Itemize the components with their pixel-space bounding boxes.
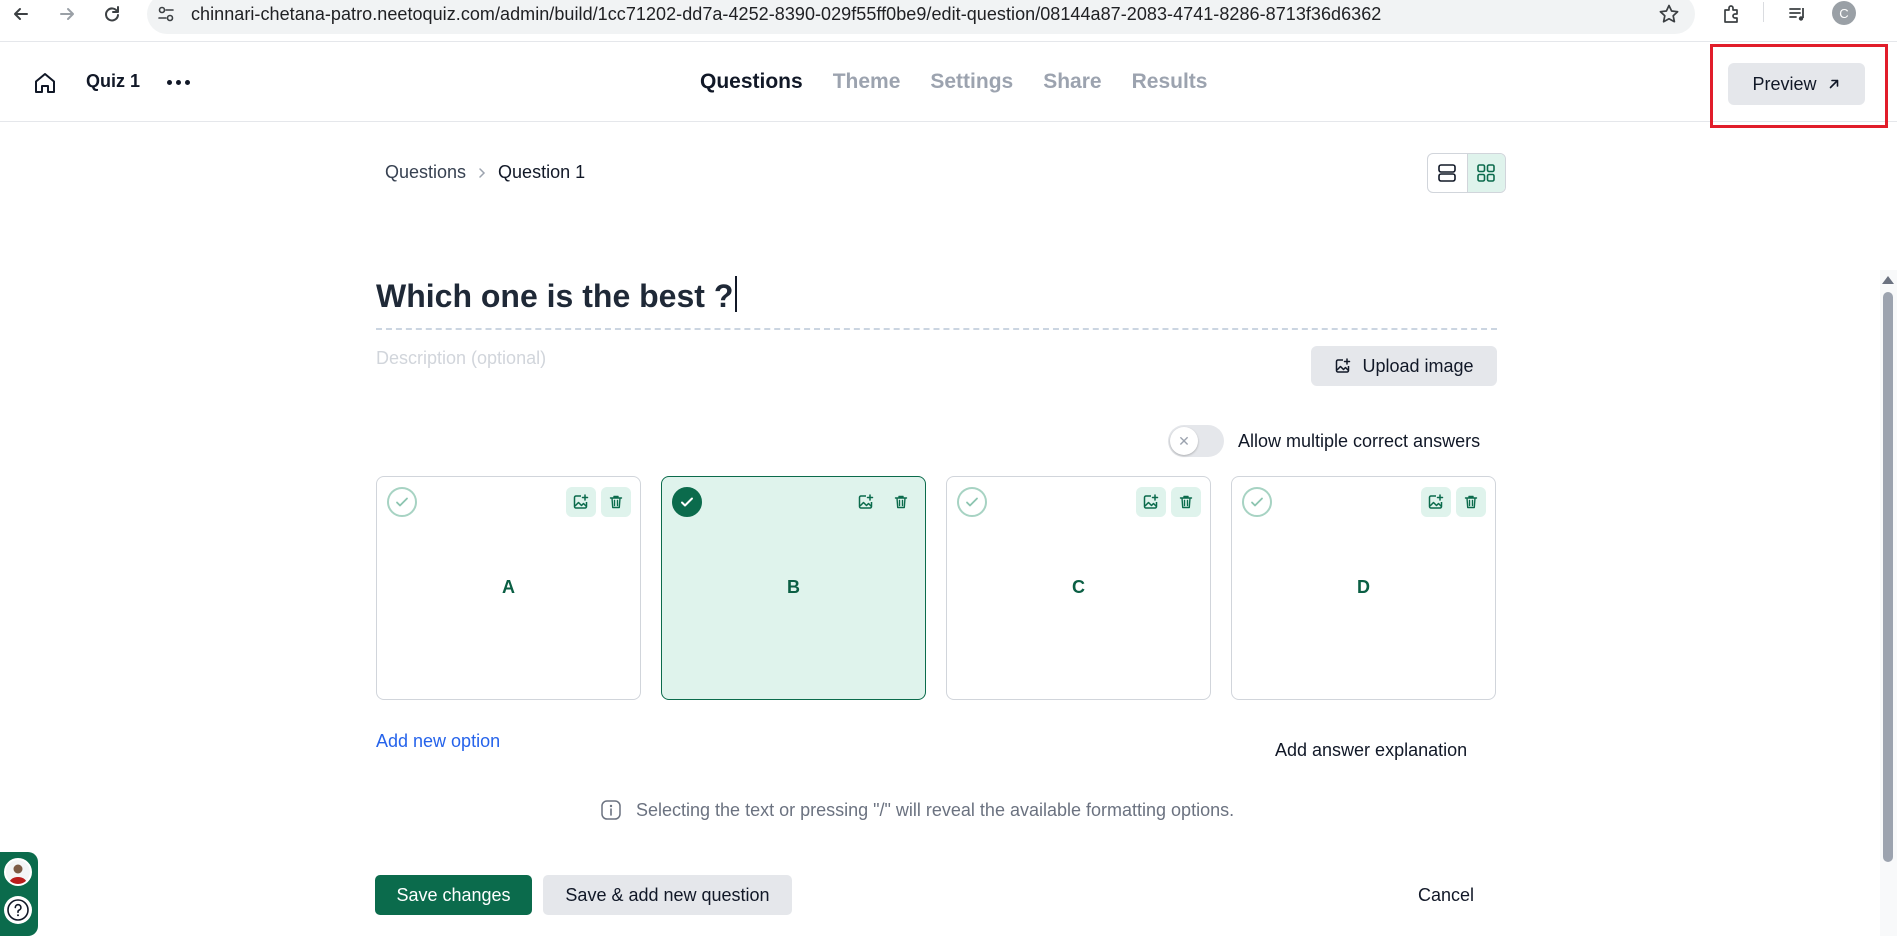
- breadcrumb-current: Question 1: [498, 162, 586, 182]
- tab-results[interactable]: Results: [1132, 70, 1208, 98]
- multiple-answers-toggle[interactable]: ✕: [1168, 425, 1224, 457]
- option-image-icon[interactable]: [566, 487, 596, 517]
- help-icon[interactable]: [4, 896, 32, 924]
- external-link-icon: [1827, 77, 1841, 91]
- delete-option-icon[interactable]: [886, 487, 916, 517]
- delete-option-icon[interactable]: [601, 487, 631, 517]
- layout-toggle: [1427, 153, 1506, 193]
- correct-check-icon[interactable]: [672, 487, 702, 517]
- home-icon[interactable]: [30, 68, 60, 98]
- browser-toolbar: chinnari-chetana-patro.neetoquiz.com/adm…: [0, 0, 1897, 42]
- app-header: Quiz 1 Questions Theme Settings Share Re…: [0, 42, 1897, 128]
- more-options-icon[interactable]: [164, 70, 192, 94]
- add-new-option-link[interactable]: Add new option: [376, 731, 500, 752]
- tab-theme[interactable]: Theme: [833, 70, 901, 98]
- tab-questions[interactable]: Questions: [700, 70, 803, 98]
- mark-correct-icon[interactable]: [387, 487, 417, 517]
- back-icon[interactable]: [6, 0, 36, 28]
- formatting-hint: Selecting the text or pressing "/" will …: [600, 799, 1234, 821]
- grid-layout-icon[interactable]: [1466, 154, 1505, 192]
- mark-correct-icon[interactable]: [1242, 487, 1272, 517]
- option-label: B: [787, 577, 800, 597]
- preview-button[interactable]: Preview: [1728, 63, 1865, 105]
- media-control-icon[interactable]: [1783, 0, 1813, 28]
- side-help-widget: [0, 852, 38, 936]
- question-title-text: Which one is the best ?: [376, 278, 734, 314]
- tab-share[interactable]: Share: [1043, 70, 1101, 98]
- extensions-icon[interactable]: [1717, 0, 1747, 28]
- delete-option-icon[interactable]: [1171, 487, 1201, 517]
- support-avatar[interactable]: [4, 858, 32, 886]
- bookmark-star-icon[interactable]: [1654, 0, 1684, 28]
- toolbar-divider: [1763, 2, 1764, 22]
- formatting-hint-text: Selecting the text or pressing "/" will …: [636, 799, 1235, 820]
- upload-image-label: Upload image: [1362, 355, 1474, 376]
- info-icon: [600, 799, 622, 821]
- profile-avatar[interactable]: C: [1832, 1, 1856, 25]
- profile-initial: C: [1839, 5, 1849, 21]
- question-title-input[interactable]: Which one is the best ?: [376, 276, 1497, 330]
- option-card-a[interactable]: A: [376, 476, 641, 700]
- tab-settings[interactable]: Settings: [930, 70, 1013, 98]
- add-answer-explanation-button[interactable]: Add answer explanation: [1275, 740, 1467, 761]
- option-card-b[interactable]: B: [661, 476, 926, 700]
- site-settings-icon[interactable]: [151, 0, 181, 28]
- mark-correct-icon[interactable]: [957, 487, 987, 517]
- breadcrumb: Questions Question 1: [385, 162, 585, 183]
- toggle-off-icon: ✕: [1170, 427, 1198, 455]
- option-image-icon[interactable]: [851, 487, 881, 517]
- option-label: A: [502, 577, 515, 597]
- list-layout-icon[interactable]: [1428, 154, 1467, 192]
- text-caret: [735, 276, 738, 312]
- option-card-d[interactable]: D: [1231, 476, 1496, 700]
- preview-label: Preview: [1752, 73, 1817, 94]
- breadcrumb-questions[interactable]: Questions: [385, 162, 466, 183]
- url-text[interactable]: chinnari-chetana-patro.neetoquiz.com/adm…: [191, 4, 1381, 25]
- option-image-icon[interactable]: [1136, 487, 1166, 517]
- option-image-icon[interactable]: [1421, 487, 1451, 517]
- main-tabs: Questions Theme Settings Share Results: [700, 70, 1207, 98]
- image-upload-icon: [1334, 357, 1352, 375]
- reload-icon[interactable]: [97, 0, 127, 28]
- upload-image-button[interactable]: Upload image: [1311, 346, 1497, 386]
- multiple-answers-label: Allow multiple correct answers: [1238, 430, 1481, 451]
- scrollbar-thumb[interactable]: [1883, 292, 1893, 862]
- description-input[interactable]: Description (optional): [376, 348, 546, 369]
- cancel-button[interactable]: Cancel: [1406, 875, 1486, 915]
- quiz-title[interactable]: Quiz 1: [86, 71, 140, 92]
- save-changes-button[interactable]: Save changes: [375, 875, 532, 915]
- forward-icon[interactable]: [52, 0, 82, 28]
- save-add-new-question-button[interactable]: Save & add new question: [543, 875, 792, 915]
- option-card-c[interactable]: C: [946, 476, 1211, 700]
- chevron-right-icon: [476, 167, 488, 179]
- option-label: D: [1357, 577, 1370, 597]
- multiple-answers-row: ✕ Allow multiple correct answers: [1168, 425, 1480, 457]
- option-label: C: [1072, 577, 1085, 597]
- delete-option-icon[interactable]: [1456, 487, 1486, 517]
- scroll-up-arrow-icon[interactable]: [1882, 276, 1894, 284]
